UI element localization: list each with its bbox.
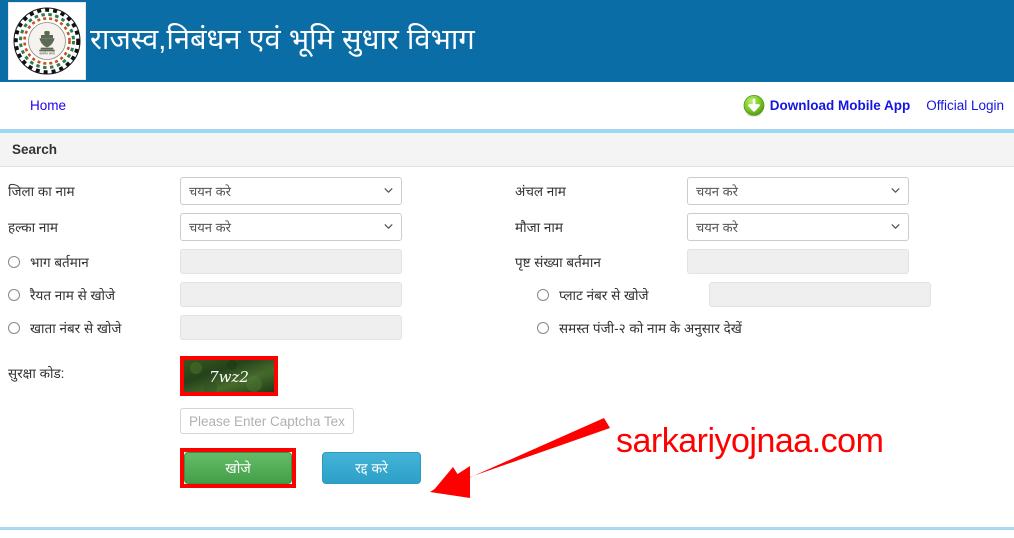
field-label-district: जिला का नाम: [8, 184, 75, 199]
field-label-bhag-bartaman: भाग बर्तमान: [8, 253, 180, 271]
radio-samast-panji[interactable]: [537, 321, 549, 334]
radio-bhag-bartaman[interactable]: [8, 255, 20, 268]
field-label-prishth-sankhya: पृष्ट संख्या बर्तमान: [515, 254, 601, 270]
radio-khata-number[interactable]: [8, 321, 20, 334]
field-bhag-bartaman: भाग बर्तमान: [0, 249, 507, 274]
search-button-highlight: खोजे: [180, 448, 296, 488]
field-halka: हल्का नाम चयन करे: [0, 213, 507, 241]
halka-select[interactable]: चयन करे: [180, 213, 402, 241]
nav-right-group: Download Mobile App Official Login: [742, 94, 1004, 118]
field-label-samast-panji: समस्त पंजी-२ को नाम के अनुसार देखें: [515, 319, 742, 337]
government-emblem: सत्यमेव जयते: [8, 2, 86, 80]
field-plot-number: प्लाट नंबर से खोजे: [507, 282, 1014, 307]
form-row: रैयत नाम से खोजे प्लाट नंबर से खोजे: [0, 282, 1014, 307]
field-label-khata-number: खाता नंबर से खोजे: [8, 319, 180, 337]
radio-label-plot-number: प्लाट नंबर से खोजे: [559, 287, 649, 303]
download-mobile-app-label[interactable]: Download Mobile App: [770, 98, 910, 113]
radio-label-khata-number: खाता नंबर से खोजे: [30, 320, 122, 336]
plot-number-input[interactable]: [709, 282, 931, 307]
field-label-halka: हल्का नाम: [8, 220, 58, 235]
captcha-highlight-box: 7wz2: [180, 356, 278, 396]
page-title: राजस्व,निबंधन एवं भूमि सुधार विभाग: [90, 24, 475, 57]
halka-select-wrap[interactable]: चयन करे: [180, 213, 402, 241]
search-panel-body: जिला का नाम चयन करे अंचल नाम चयन करे हल्…: [0, 167, 1014, 488]
field-prishth-sankhya: पृष्ट संख्या बर्तमान: [507, 249, 1014, 274]
main-navigation: Home Download Mobile App Official Login: [0, 82, 1014, 133]
raiyat-naam-input[interactable]: [180, 282, 402, 307]
field-khata-number: खाता नंबर से खोजे: [0, 315, 507, 340]
captcha-input-wrap: [180, 408, 354, 434]
field-district: जिला का नाम चयन करे: [0, 177, 507, 205]
field-anchal: अंचल नाम चयन करे: [507, 177, 1014, 205]
mauja-select[interactable]: चयन करे: [687, 213, 909, 241]
captcha-stack: 7wz2: [180, 356, 354, 434]
captcha-text: 7wz2: [209, 368, 249, 386]
download-mobile-app-link[interactable]: Download Mobile App: [742, 94, 910, 118]
search-panel-title: Search: [0, 133, 1014, 167]
district-select-wrap[interactable]: चयन करे: [180, 177, 402, 205]
field-label-plot-number: प्लाट नंबर से खोजे: [515, 286, 709, 304]
field-label-raiyat-naam: रैयत नाम से खोजे: [8, 286, 180, 304]
captcha-input[interactable]: [180, 408, 354, 434]
mauja-select-wrap[interactable]: चयन करे: [687, 213, 909, 241]
prishth-sankhya-input[interactable]: [687, 249, 909, 274]
anchal-select[interactable]: चयन करे: [687, 177, 909, 205]
form-row: जिला का नाम चयन करे अंचल नाम चयन करे: [0, 177, 1014, 205]
bhag-bartaman-input[interactable]: [180, 249, 402, 274]
svg-text:सत्यमेव जयते: सत्यमेव जयते: [39, 52, 54, 56]
download-circle-icon[interactable]: [742, 94, 766, 118]
nav-link-home[interactable]: Home: [30, 98, 66, 113]
captcha-image: 7wz2: [184, 360, 274, 392]
field-samast-panji: समस्त पंजी-२ को नाम के अनुसार देखें: [507, 315, 1014, 340]
search-panel: Search जिला का नाम चयन करे अंचल नाम चयन …: [0, 133, 1014, 488]
form-row: भाग बर्तमान पृष्ट संख्या बर्तमान: [0, 249, 1014, 274]
action-buttons: खोजे रद्द करे: [0, 448, 1014, 488]
anchal-select-wrap[interactable]: चयन करे: [687, 177, 909, 205]
search-button[interactable]: खोजे: [184, 452, 292, 484]
radio-label-raiyat-naam: रैयत नाम से खोजे: [30, 287, 116, 303]
field-label-anchal: अंचल नाम: [515, 184, 566, 199]
district-select[interactable]: चयन करे: [180, 177, 402, 205]
radio-plot-number[interactable]: [537, 288, 549, 301]
footer-divider: [0, 527, 1014, 530]
radio-raiyat-naam[interactable]: [8, 288, 20, 301]
field-mauja: मौजा नाम चयन करे: [507, 213, 1014, 241]
radio-label-samast-panji: समस्त पंजी-२ को नाम के अनुसार देखें: [559, 320, 742, 336]
government-emblem-icon: सत्यमेव जयते: [13, 7, 81, 75]
captcha-section: सुरक्षा कोड: 7wz2 Please Enter Captcha T…: [0, 356, 1014, 434]
captcha-label: सुरक्षा कोड:: [8, 366, 65, 381]
radio-label-bhag-bartaman: भाग बर्तमान: [30, 254, 89, 270]
form-row: हल्का नाम चयन करे मौजा नाम चयन करे: [0, 213, 1014, 241]
site-header: सत्यमेव जयते राजस्व,निबंधन एवं भूमि सुधा…: [0, 0, 1014, 82]
field-label-mauja: मौजा नाम: [515, 220, 563, 235]
form-row: खाता नंबर से खोजे समस्त पंजी-२ को नाम के…: [0, 315, 1014, 340]
field-raiyat-naam: रैयत नाम से खोजे: [0, 282, 507, 307]
nav-link-official-login[interactable]: Official Login: [926, 98, 1004, 113]
cancel-button[interactable]: रद्द करे: [322, 452, 421, 484]
khata-number-input[interactable]: [180, 315, 402, 340]
